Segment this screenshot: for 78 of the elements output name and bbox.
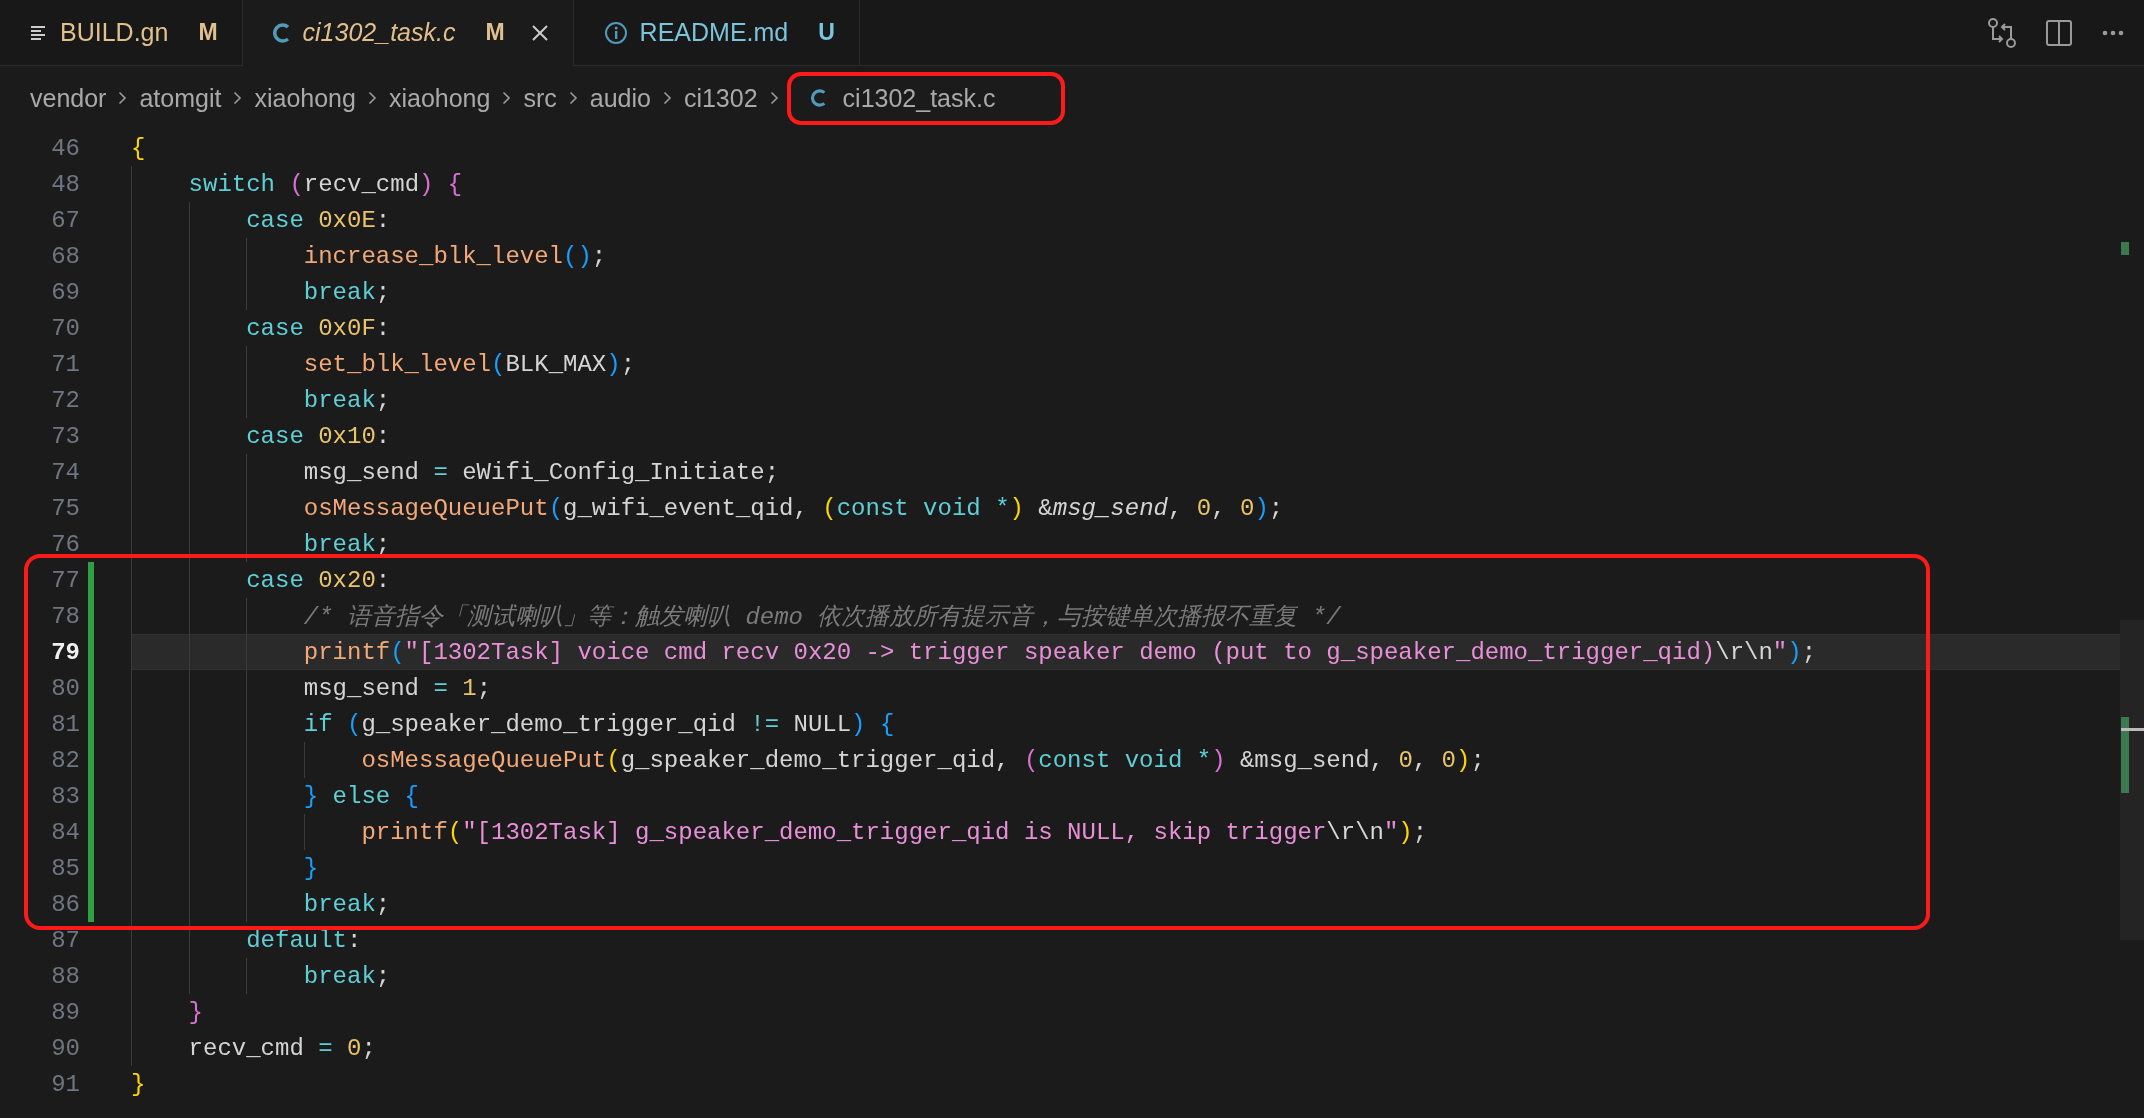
breadcrumb-item[interactable]: ci1302 xyxy=(683,83,758,113)
code-line: default: xyxy=(246,926,362,954)
breadcrumb-item[interactable]: vendor xyxy=(30,83,107,113)
split-editor-icon[interactable] xyxy=(2046,19,2072,46)
code-line: case 0x20: xyxy=(246,566,391,594)
line-number: 77 xyxy=(50,566,80,594)
breadcrumb-item[interactable]: atomgit xyxy=(139,83,222,113)
code-line: msg_send = eWifi_Config_Initiate; xyxy=(303,458,780,486)
c-file-icon xyxy=(810,88,827,108)
breadcrumb-item[interactable]: src xyxy=(523,83,557,113)
code-line: osMessageQueuePut(g_speaker_demo_trigger_qid, (const void *) &msg_send, 0, 0); xyxy=(361,746,1485,774)
close-icon[interactable] xyxy=(530,23,549,42)
line-number: 83 xyxy=(50,782,80,810)
breadcrumb-item[interactable]: audio xyxy=(589,83,651,113)
code-line: } xyxy=(131,1070,146,1098)
line-number: 73 xyxy=(50,422,80,450)
chevron-icon xyxy=(568,91,578,105)
code-line: } xyxy=(303,854,319,882)
code-line: osMessageQueuePut(g_wifi_event_qid, (const void *) &msg_send, 0, 0); xyxy=(303,494,1284,522)
code-line: recv_cmd = 0; xyxy=(188,1034,376,1062)
info-icon xyxy=(603,20,628,45)
line-number: 76 xyxy=(50,530,80,558)
line-number: 81 xyxy=(50,710,80,738)
chevron-icon xyxy=(769,91,779,105)
breadcrumb-item[interactable]: xiaohong xyxy=(254,83,356,113)
code-line: } xyxy=(188,998,203,1026)
code-line: { xyxy=(131,134,146,162)
line-number: 87 xyxy=(50,926,80,954)
code-line: break; xyxy=(303,386,391,414)
line-number: 70 xyxy=(50,314,80,342)
line-number: 48 xyxy=(50,170,80,198)
line-number: 72 xyxy=(50,386,80,414)
compare-changes-icon[interactable] xyxy=(1988,17,2016,48)
code-line: if (g_speaker_demo_trigger_qid != NULL) { xyxy=(303,710,895,738)
line-number: 79 xyxy=(50,638,80,666)
line-number: 91 xyxy=(50,1070,80,1098)
code-line: /* 语音指令「测试喇叭」等：触发喇叭 demo 依次播放所有提示音，与按键单次播报不重复 */ xyxy=(303,603,1341,632)
chevron-icon xyxy=(662,91,672,105)
line-number: 82 xyxy=(50,746,80,774)
line-number: 86 xyxy=(50,890,80,918)
code-line: case 0x0F: xyxy=(246,314,391,342)
chevron-icon xyxy=(233,91,243,105)
chevron-icon xyxy=(367,91,377,105)
line-number: 90 xyxy=(50,1034,80,1062)
line-number: 74 xyxy=(50,458,80,486)
code-line: } else { xyxy=(303,782,419,810)
line-number: 69 xyxy=(50,278,80,306)
editor-tab[interactable]: README.md U xyxy=(573,0,860,66)
line-number: 89 xyxy=(50,998,80,1026)
line-number: 75 xyxy=(50,494,80,522)
line-number: 78 xyxy=(50,602,80,630)
line-number: 80 xyxy=(50,674,80,702)
code-line: printf("[1302Task] g_speaker_demo_trigger_qid is NULL, skip trigger\r\n"); xyxy=(361,818,1428,846)
line-number: 46 xyxy=(50,134,80,162)
c-file-icon xyxy=(272,21,291,44)
chevron-icon xyxy=(118,91,128,105)
line-number: 85 xyxy=(50,854,80,882)
line-number: 71 xyxy=(50,350,80,378)
editor-tab[interactable]: BUILD.gn M xyxy=(0,0,243,66)
chevron-icon xyxy=(502,91,512,105)
lines-icon xyxy=(30,24,48,41)
line-number: 88 xyxy=(50,962,80,990)
code-line: increase_blk_level(); xyxy=(303,242,607,270)
code-line: printf("[1302Task] voice cmd recv 0x20 -> trigger speaker demo (put to g_speaker_demo_trigger_qid)\r\n"); xyxy=(303,638,1817,666)
code-line: break; xyxy=(303,890,391,918)
code-line: switch (recv_cmd) { xyxy=(188,170,463,198)
code-line: set_blk_level(BLK_MAX); xyxy=(303,350,636,378)
line-number: 84 xyxy=(50,818,80,846)
line-number: 68 xyxy=(50,242,80,270)
code-line: break; xyxy=(303,278,391,306)
code-line: break; xyxy=(303,962,391,990)
more-icon[interactable] xyxy=(2102,29,2124,36)
code-line: case 0x0E: xyxy=(246,206,391,234)
breadcrumb-item[interactable]: ci1302_task.c xyxy=(842,83,996,113)
breadcrumb-item[interactable]: xiaohong xyxy=(388,83,491,113)
line-number: 67 xyxy=(50,206,80,234)
code-line: case 0x10: xyxy=(246,422,391,450)
code-line: msg_send = 1; xyxy=(303,674,492,702)
